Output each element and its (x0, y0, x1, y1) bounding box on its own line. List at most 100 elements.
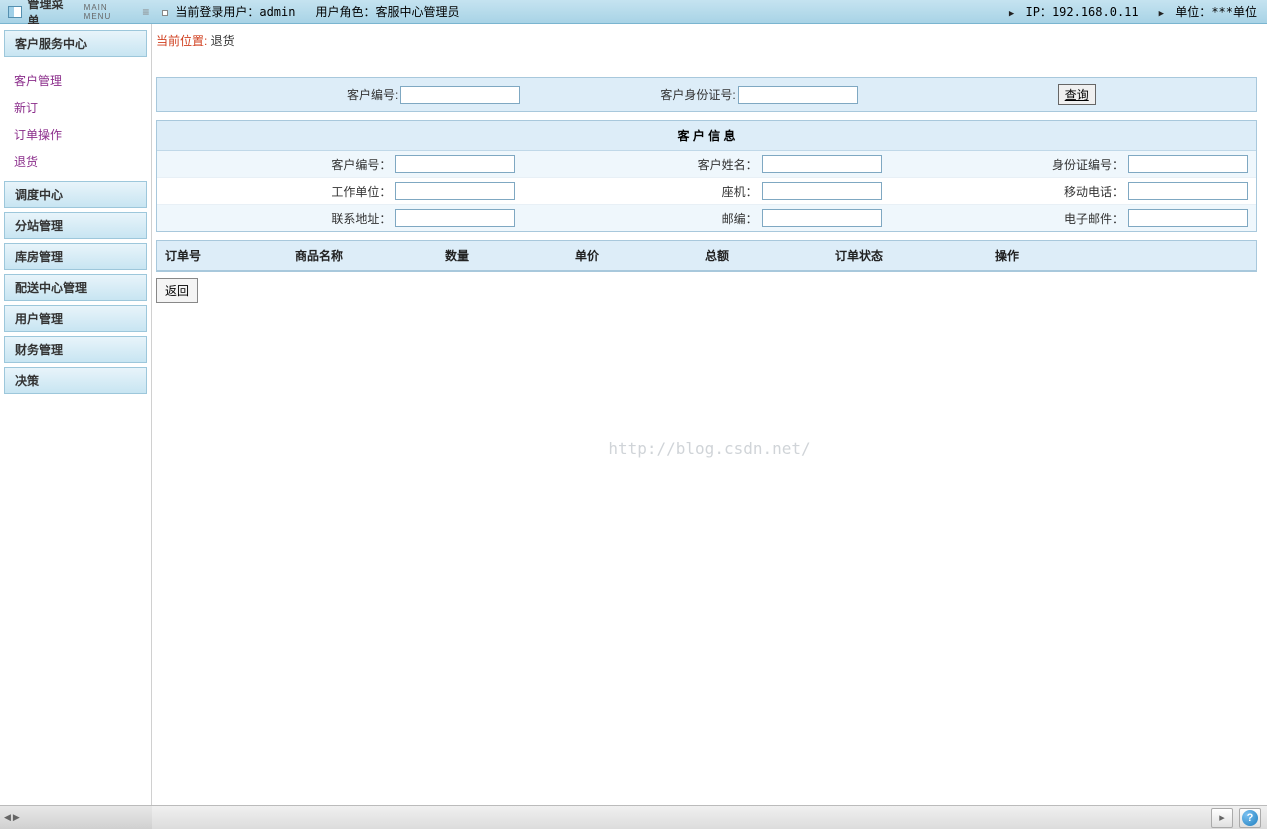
info-cell: 电子邮件： (890, 205, 1256, 231)
table-head: 订单号 商品名称 数量 单价 总额 订单状态 操作 (157, 241, 1256, 271)
role-value: 客服中心管理员 (376, 5, 460, 19)
sidebar-section-title[interactable]: 财务管理 (5, 337, 146, 362)
info-input-idcard[interactable] (1128, 155, 1248, 173)
unit-label: 单位： (1175, 5, 1211, 19)
info-input-zipcode[interactable] (762, 209, 882, 227)
breadcrumb-label: 当前位置: (156, 34, 211, 48)
unit-block: ▶ 单位：***单位 (1159, 3, 1257, 20)
ip-label: IP： (1025, 5, 1051, 19)
search-input-customer-id[interactable] (400, 86, 520, 104)
sidebar-section-title[interactable]: 库房管理 (5, 244, 146, 269)
panel-icon (8, 6, 22, 18)
info-label-address: 联系地址： (331, 210, 391, 227)
current-user-value: admin (259, 5, 295, 19)
th-total: 总额 (697, 241, 827, 270)
sidebar-section-dispatch[interactable]: 调度中心 (4, 181, 147, 208)
scroll-right-icon[interactable]: ▶ (13, 812, 20, 823)
unit-value: ***单位 (1211, 5, 1257, 19)
sidebar-section-finance[interactable]: 财务管理 (4, 336, 147, 363)
collapse-icon[interactable]: ≡ (142, 5, 150, 19)
sidebar-section-warehouse[interactable]: 库房管理 (4, 243, 147, 270)
search-label-idcard: 客户身份证号: (660, 86, 735, 103)
sidebar-section-decision[interactable]: 决策 (4, 367, 147, 394)
sidebar-section-customer-service[interactable]: 客户服务中心 (4, 30, 147, 57)
sidebar-section-substation[interactable]: 分站管理 (4, 212, 147, 239)
sidebar-section-user-mgmt[interactable]: 用户管理 (4, 305, 147, 332)
info-row: 客户编号： 客户姓名： 身份证编号： (157, 151, 1256, 178)
info-input-mobile[interactable] (1128, 182, 1248, 200)
info-label-idcard: 身份证编号： (1052, 156, 1124, 173)
info-cell: 移动电话： (890, 178, 1256, 204)
sidebar-submenu: 客户管理 新订 订单操作 退货 (4, 61, 147, 181)
user-info: 当前登录用户：admin 用户角色：客服中心管理员 (162, 3, 460, 20)
info-cell: 客户姓名： (523, 151, 889, 177)
info-input-address[interactable] (395, 209, 515, 227)
sidebar-item-new-order[interactable]: 新订 (14, 94, 143, 121)
th-product-name: 商品名称 (287, 241, 437, 270)
info-label-zipcode: 邮编： (722, 210, 758, 227)
info-label-customer-name: 客户姓名： (698, 156, 758, 173)
info-cell: 工作单位： (157, 178, 523, 204)
sidebar: 客户服务中心 客户管理 新订 订单操作 退货 调度中心 分站管理 库房管理 配送… (0, 24, 152, 805)
info-label-workplace: 工作单位： (331, 183, 391, 200)
content-area: 当前位置: 退货 客户编号: 客户身份证号: 查询 客 户 信 息 (152, 24, 1267, 805)
footer-forward-button[interactable]: ▸ (1211, 808, 1233, 828)
current-user-block: 当前登录用户：admin (162, 3, 295, 20)
th-order-id: 订单号 (157, 241, 287, 270)
sidebar-item-customer-mgmt[interactable]: 客户管理 (14, 67, 143, 94)
info-cell: 客户编号： (157, 151, 523, 177)
info-cell: 联系地址： (157, 205, 523, 231)
info-input-landline[interactable] (762, 182, 882, 200)
footer: ◀ ▶ ▸ ? (0, 805, 1267, 829)
breadcrumb-value: 退货 (211, 34, 235, 48)
ip-value: 192.168.0.11 (1052, 5, 1139, 19)
customer-info-panel: 客 户 信 息 客户编号： 客户姓名： 身份证编号： (156, 120, 1257, 232)
sidebar-section-title[interactable]: 调度中心 (5, 182, 146, 207)
footer-left: ◀ ▶ (0, 805, 152, 829)
role-block: 用户角色：客服中心管理员 (315, 3, 459, 20)
th-status: 订单状态 (827, 241, 987, 270)
search-label-customer-id: 客户编号: (347, 86, 398, 103)
role-label: 用户角色： (315, 5, 375, 19)
sidebar-item-return[interactable]: 退货 (14, 148, 143, 175)
top-header: 管理菜单 MAIN MENU ≡ 当前登录用户：admin 用户角色：客服中心管… (0, 0, 1267, 24)
triangle-icon: ▶ (1159, 9, 1164, 19)
sidebar-section-title[interactable]: 客户服务中心 (5, 31, 146, 56)
search-input-idcard[interactable] (738, 86, 858, 104)
menu-subtitle: MAIN MENU (84, 3, 137, 21)
bullet-icon (162, 10, 168, 16)
back-button[interactable]: 返回 (156, 278, 198, 303)
sidebar-item-order-ops[interactable]: 订单操作 (14, 121, 143, 148)
search-bar: 客户编号: 客户身份证号: 查询 (156, 77, 1257, 112)
info-input-customer-id[interactable] (395, 155, 515, 173)
info-input-email[interactable] (1128, 209, 1248, 227)
sidebar-section-delivery[interactable]: 配送中心管理 (4, 274, 147, 301)
info-cell: 座机： (523, 178, 889, 204)
scroll-left-icon[interactable]: ◀ (4, 812, 11, 823)
watermark: http://blog.csdn.net/ (608, 439, 810, 458)
ip-block: ▶ IP：192.168.0.11 (1009, 3, 1139, 20)
sidebar-section-title[interactable]: 用户管理 (5, 306, 146, 331)
footer-right: ▸ ? (152, 805, 1267, 829)
header-right: 当前登录用户：admin 用户角色：客服中心管理员 ▶ IP：192.168.0… (152, 3, 1267, 20)
query-button[interactable]: 查询 (1058, 84, 1096, 105)
arrow-right-icon: ▸ (1219, 811, 1225, 824)
breadcrumb: 当前位置: 退货 (156, 32, 1257, 49)
search-group-idcard: 客户身份证号: (660, 86, 857, 104)
sidebar-section-title[interactable]: 分站管理 (5, 213, 146, 238)
sidebar-section-title[interactable]: 配送中心管理 (5, 275, 146, 300)
info-panel-title: 客 户 信 息 (157, 121, 1256, 151)
help-button[interactable]: ? (1239, 808, 1261, 828)
th-qty: 数量 (437, 241, 567, 270)
triangle-icon: ▶ (1009, 9, 1014, 19)
info-cell: 邮编： (523, 205, 889, 231)
info-input-workplace[interactable] (395, 182, 515, 200)
info-label-email: 电子邮件： (1064, 210, 1124, 227)
info-label-customer-id: 客户编号： (331, 156, 391, 173)
info-row: 工作单位： 座机： 移动电话： (157, 178, 1256, 205)
help-icon: ? (1242, 810, 1258, 826)
sidebar-section-title[interactable]: 决策 (5, 368, 146, 393)
th-action: 操作 (987, 241, 1256, 270)
info-input-customer-name[interactable] (762, 155, 882, 173)
info-cell: 身份证编号： (890, 151, 1256, 177)
